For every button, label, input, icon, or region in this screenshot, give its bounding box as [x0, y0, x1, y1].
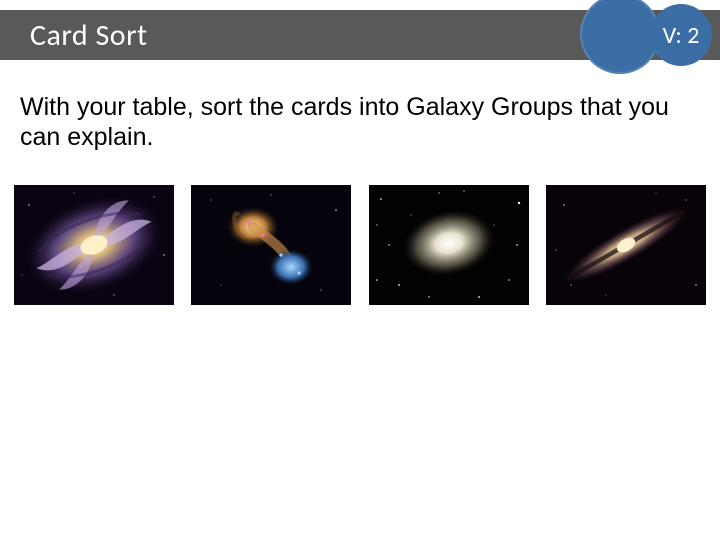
galaxy-thumb-elliptical	[369, 185, 529, 305]
accent-circle	[580, 0, 660, 74]
page-title: Card Sort	[0, 17, 148, 54]
edge-on-galaxy-icon	[546, 185, 706, 305]
galaxy-gallery	[14, 185, 706, 305]
spiral-galaxy-icon	[14, 185, 174, 305]
galaxy-thumb-spiral	[14, 185, 174, 305]
instruction-text: With your table, sort the cards into Gal…	[20, 92, 680, 152]
version-badge: V: 2	[650, 4, 712, 66]
version-badge-label: V: 2	[663, 21, 700, 50]
elliptical-galaxy-icon	[369, 185, 529, 305]
galaxy-thumb-interacting	[191, 185, 351, 305]
interacting-galaxies-icon	[191, 185, 351, 305]
galaxy-thumb-edge-on	[546, 185, 706, 305]
